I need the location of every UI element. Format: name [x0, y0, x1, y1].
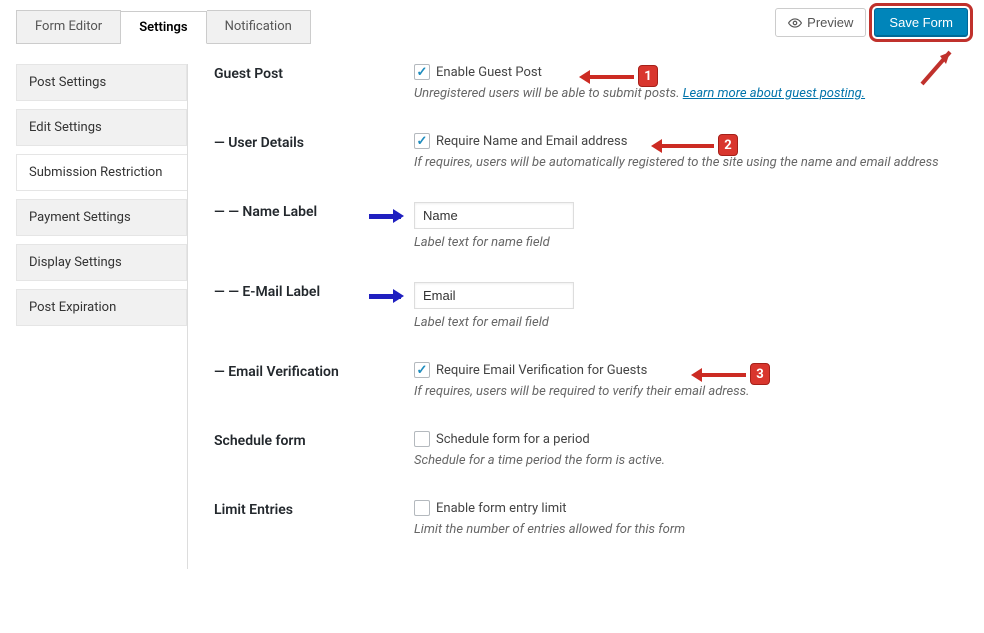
annotation-arrow-blue-2: [369, 294, 401, 299]
check-label-guest-post: Enable Guest Post: [436, 65, 542, 80]
label-schedule: Schedule form: [214, 431, 414, 449]
link-learn-more-guest[interactable]: Learn more about guest posting.: [683, 86, 865, 101]
tab-settings[interactable]: Settings: [121, 11, 206, 44]
sidebar-item-edit-settings[interactable]: Edit Settings: [16, 109, 187, 146]
sidebar-item-post-settings[interactable]: Post Settings: [16, 64, 187, 101]
label-user-details: — User Details: [214, 133, 414, 151]
desc-schedule: Schedule for a time period the form is a…: [414, 453, 968, 468]
sidebar-item-display-settings[interactable]: Display Settings: [16, 244, 187, 281]
annotation-badge-2: 2: [718, 134, 738, 156]
row-limit: Limit Entries Enable form entry limit Li…: [214, 500, 968, 537]
desc-guest-post: Unregistered users will be able to submi…: [414, 86, 968, 101]
checkbox-schedule[interactable]: [414, 431, 430, 447]
checkbox-email-verification[interactable]: [414, 362, 430, 378]
check-label-limit: Enable form entry limit: [436, 501, 567, 516]
annotation-badge-3: 3: [750, 363, 770, 385]
row-email-label: — — E-Mail Label Label text for email fi…: [214, 282, 968, 330]
row-email-verification: — Email Verification Require Email Verif…: [214, 362, 968, 399]
desc-email-verification: If requires, users will be required to v…: [414, 384, 968, 399]
tab-form-editor[interactable]: Form Editor: [16, 10, 121, 43]
top-tabs: Form Editor Settings Notification: [16, 10, 311, 44]
label-guest-post: Guest Post: [214, 64, 414, 82]
desc-user-details: If requires, users will be automatically…: [414, 155, 968, 170]
settings-sidebar: Post Settings Edit Settings Submission R…: [16, 64, 188, 569]
input-name-label[interactable]: [414, 202, 574, 229]
annotation-arrow-save: [912, 44, 962, 89]
input-email-label[interactable]: [414, 282, 574, 309]
sidebar-item-submission-restriction[interactable]: Submission Restriction: [16, 154, 187, 191]
desc-name-label: Label text for name field: [414, 235, 968, 250]
settings-main: Guest Post Enable Guest Post Unregistere…: [188, 64, 968, 569]
check-label-email-verification: Require Email Verification for Guests: [436, 363, 647, 378]
row-schedule: Schedule form Schedule form for a period…: [214, 431, 968, 468]
preview-label: Preview: [807, 15, 853, 30]
annotation-badge-1: 1: [638, 65, 658, 87]
desc-email-label: Label text for email field: [414, 315, 968, 330]
annotation-arrow-blue-1: [369, 214, 401, 219]
annotation-arrow-2: [654, 144, 714, 148]
checkbox-require-name-email[interactable]: [414, 133, 430, 149]
tab-notification[interactable]: Notification: [207, 10, 311, 43]
row-name-label: — — Name Label Label text for name field: [214, 202, 968, 250]
checkbox-limit[interactable]: [414, 500, 430, 516]
preview-button[interactable]: Preview: [775, 8, 866, 37]
annotation-arrow-1: [582, 75, 634, 79]
label-email-verification: — Email Verification: [214, 362, 414, 380]
check-label-schedule: Schedule form for a period: [436, 432, 590, 447]
row-guest-post: Guest Post Enable Guest Post Unregistere…: [214, 64, 968, 101]
check-label-user-details: Require Name and Email address: [436, 134, 627, 149]
sidebar-item-payment-settings[interactable]: Payment Settings: [16, 199, 187, 236]
desc-limit: Limit the number of entries allowed for …: [414, 522, 968, 537]
sidebar-item-post-expiration[interactable]: Post Expiration: [16, 289, 187, 326]
checkbox-enable-guest-post[interactable]: [414, 64, 430, 80]
save-form-button[interactable]: Save Form: [874, 8, 968, 37]
label-limit: Limit Entries: [214, 500, 414, 518]
eye-icon: [788, 16, 802, 30]
annotation-arrow-3: [694, 373, 746, 377]
row-user-details: — User Details Require Name and Email ad…: [214, 133, 968, 170]
